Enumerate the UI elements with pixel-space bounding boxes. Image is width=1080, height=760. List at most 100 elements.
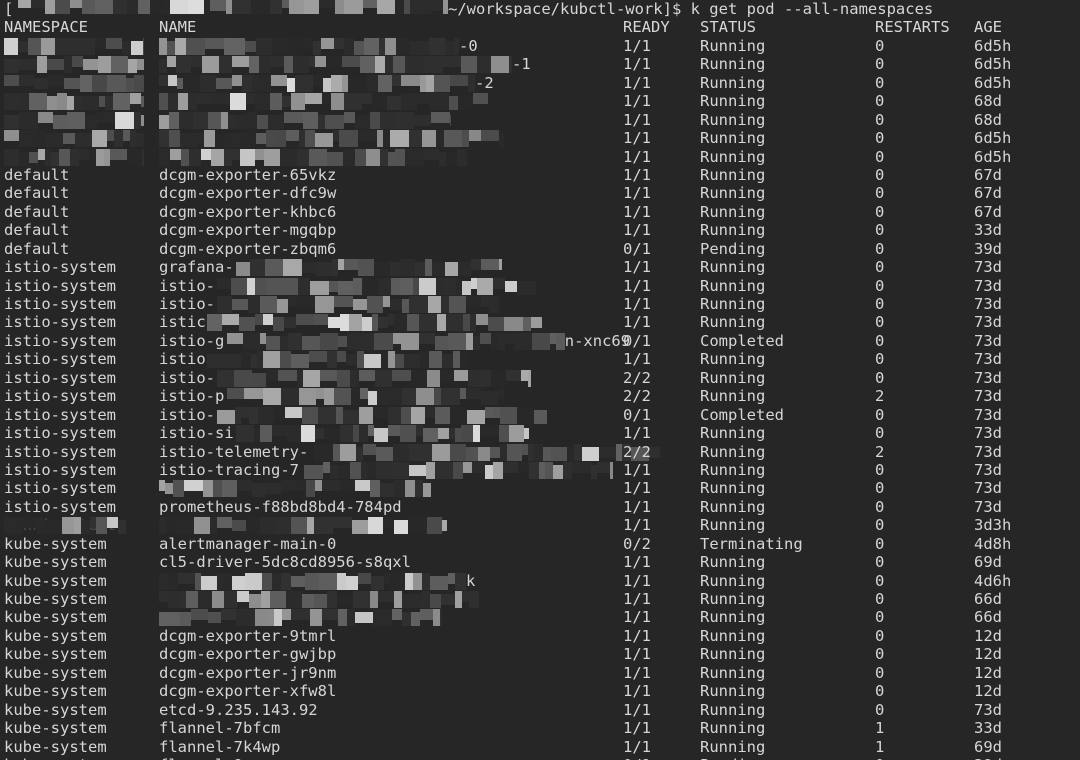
cell-pod-name: flannel-7k4wp (159, 737, 281, 756)
redacted-text-block (159, 37, 459, 55)
cell-ready: 1/1 (623, 221, 651, 240)
cell-restarts: 0 (875, 460, 885, 479)
cell-pod-name: istio-g (159, 331, 225, 350)
cell-status: Running (700, 221, 766, 240)
cell-restarts: 0 (875, 571, 885, 590)
cell-status: Running (700, 73, 766, 92)
cell-namespace: istio-system (4, 460, 116, 479)
cell-ready: 1/1 (623, 663, 651, 682)
cell-age: 6d5h (974, 55, 1012, 74)
cell-status: Running (700, 202, 766, 221)
table-row: -1 1/1 Running 0 6d5h (0, 55, 1080, 74)
cell-status: Running (700, 184, 766, 203)
cell-ready: 0/2 (623, 534, 651, 553)
cell-pod-name: flannel-9cspx (159, 756, 280, 760)
cell-pod-name: dcgm-exporter-dfc9w (159, 184, 337, 203)
cell-restarts: 0 (875, 221, 885, 240)
cell-pod-name: etcd-9.235.143.92 (159, 700, 318, 719)
column-header-status: STATUS (700, 18, 756, 37)
cell-restarts: 0 (875, 55, 885, 74)
table-row: istio-system istio-g n-xnc69 0/1 Completed 0 7… (0, 332, 1080, 350)
redacted-text-block (159, 93, 488, 111)
cell-status: Running (700, 424, 766, 443)
table-row: 1/1 Running 0 6d5h (0, 129, 1080, 148)
redacted-text-block (4, 93, 144, 111)
cell-age: 73d (974, 460, 1002, 479)
cell-restarts: 0 (875, 331, 885, 350)
cell-pod-name: istio- (159, 405, 215, 424)
cell-status: Running (700, 110, 766, 129)
cell-status: Pending (700, 756, 765, 760)
cell-pod-name: dcgm-exporter-xfw8l (159, 682, 337, 701)
cell-namespace: kube-system (4, 626, 107, 645)
cell-ready: 2/2 (623, 442, 651, 461)
cell-status: Running (700, 92, 766, 111)
cell-restarts: 0 (875, 590, 885, 608)
cell-restarts: 0 (875, 645, 885, 664)
redacted-text-block (4, 74, 144, 92)
cell-ready: 1/1 (623, 313, 651, 332)
cell-status: Running (700, 700, 766, 719)
cell-age: 39d (974, 756, 1002, 760)
cell-ready: 1/1 (623, 184, 651, 203)
redacted-text-block (159, 130, 504, 148)
cell-restarts: 2 (875, 442, 885, 461)
cell-status: Completed (700, 405, 784, 424)
redacted-text-block (159, 572, 466, 590)
cell-ready: 2/2 (623, 368, 651, 387)
cell-restarts: 0 (875, 516, 885, 535)
cell-namespace: istio-system (4, 442, 116, 461)
cell-namespace: kube-system (4, 645, 107, 664)
cell-status: Running (700, 626, 766, 645)
cell-restarts: 0 (875, 350, 885, 369)
cell-age: 6d5h (974, 129, 1012, 148)
cell-restarts: 0 (875, 405, 885, 424)
table-row: kube-system dcgm-exporter-gwjbp 1/1 Running… (0, 645, 1080, 663)
cell-pod-name-suffix: -1 (512, 55, 531, 74)
cell-age: 12d (974, 626, 1002, 645)
cell-restarts: 0 (875, 682, 885, 701)
cell-status: Running (700, 442, 766, 461)
cell-ready: 1/1 (623, 590, 651, 608)
cell-status: Running (700, 295, 766, 313)
table-row: istio-system 1/1 Running 0 73d (0, 479, 1080, 498)
cell-age: 6d5h (974, 36, 1012, 55)
cell-age: 73d (974, 276, 1002, 295)
cell-pod-name: prometheus-f88bd8bd4-784pd (159, 497, 402, 516)
cell-age: 33d (974, 719, 1002, 738)
cell-age: 12d (974, 645, 1002, 664)
cell-status: Running (700, 258, 766, 277)
cell-age: 12d (974, 682, 1002, 701)
cell-status: Running (700, 608, 766, 627)
pod-table-body: -0 1/1 Running 0 6d5h -1 1/1 Running 0 6d5h -2 1/1 R… (0, 37, 1080, 760)
cell-status: Running (700, 590, 766, 608)
terminal-window[interactable]: [ ~/workspace/kubctl-work]$ k get pod --… (0, 0, 1080, 760)
cell-status: Running (700, 276, 766, 295)
redacted-text-block (159, 517, 447, 535)
cell-age: 69d (974, 737, 1002, 756)
cell-namespace: istio-system (4, 313, 116, 332)
cell-restarts: 0 (875, 73, 885, 92)
cell-namespace: istio-system (4, 368, 116, 387)
cell-status: Running (700, 645, 766, 664)
cell-age: 69d (974, 553, 1002, 572)
cell-ready: 1/1 (623, 497, 651, 516)
cell-age: 73d (974, 331, 1002, 350)
table-row: istio-system istio-p 2/2 Running 2 73d (0, 387, 1080, 406)
cell-age: 66d (974, 608, 1002, 627)
cell-restarts: 0 (875, 700, 885, 719)
cell-pod-name-suffix: k (466, 571, 476, 590)
cell-status: Running (700, 350, 766, 369)
cell-age: 4d8h (974, 534, 1012, 553)
prompt-user-host-redacted (4, 0, 448, 15)
cell-ready: 1/1 (623, 55, 651, 74)
cell-restarts: 0 (875, 258, 885, 277)
cell-restarts: 0 (875, 424, 885, 443)
cell-pod-name: cl5-driver-5dc8cd8956-s8qxl (159, 553, 411, 572)
cell-status: Running (700, 479, 766, 498)
cell-status: Running (700, 737, 766, 756)
cell-ready: 1/1 (623, 110, 651, 129)
cell-restarts: 0 (875, 626, 885, 645)
table-row: kube-system alertmanager-main-0 0/2 Termina… (0, 535, 1080, 553)
cell-age: 73d (974, 258, 1002, 277)
